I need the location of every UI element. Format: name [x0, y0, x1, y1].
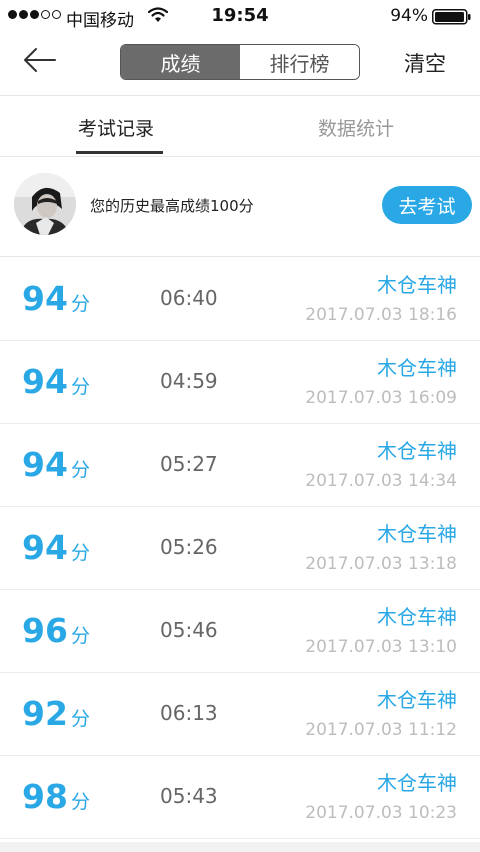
take-exam-button[interactable]: 去考试	[382, 186, 472, 224]
best-score-text: 您的历史最高成绩100分	[90, 197, 254, 215]
record-date: 2017.07.03 13:10	[305, 637, 457, 657]
back-button[interactable]	[22, 46, 62, 76]
record-row[interactable]: 94 分 05:27 木仓车神 2017.07.03 14:34	[0, 424, 480, 507]
record-date: 2017.07.03 10:23	[305, 803, 457, 823]
score: 98 分	[22, 777, 90, 816]
score: 94 分	[22, 528, 90, 567]
status-bar: 中国移动 19:54 94%	[0, 0, 480, 32]
tab-exam-records[interactable]: 考试记录	[78, 114, 154, 141]
exam-duration: 06:40	[160, 286, 218, 310]
player-name: 木仓车神	[377, 688, 457, 712]
record-date: 2017.07.03 18:16	[305, 305, 457, 325]
score-value: 94	[22, 445, 68, 484]
exam-duration: 05:26	[160, 535, 218, 559]
score: 94 分	[22, 362, 90, 401]
score: 96 分	[22, 611, 90, 650]
score: 94 分	[22, 279, 90, 318]
bottom-strip	[0, 842, 480, 852]
avatar[interactable]	[14, 173, 76, 235]
exam-duration: 05:27	[160, 452, 218, 476]
nav-bar: 成绩 排行榜 清空	[0, 32, 480, 96]
player-name: 木仓车神	[377, 605, 457, 629]
record-date: 2017.07.03 14:34	[305, 471, 457, 491]
record-row[interactable]: 96 分 05:46 木仓车神 2017.07.03 13:10	[0, 590, 480, 673]
exam-duration: 05:43	[160, 784, 218, 808]
player-name: 木仓车神	[377, 771, 457, 795]
record-row[interactable]: 92 分 06:13 木仓车神 2017.07.03 11:12	[0, 673, 480, 756]
score-unit: 分	[70, 625, 90, 647]
score-value: 96	[22, 611, 68, 650]
score-unit: 分	[70, 542, 90, 564]
player-name: 木仓车神	[377, 439, 457, 463]
player-name: 木仓车神	[377, 356, 457, 380]
score-unit: 分	[70, 293, 90, 315]
score-value: 94	[22, 279, 68, 318]
score-unit: 分	[70, 376, 90, 398]
exam-duration: 04:59	[160, 369, 218, 393]
player-name: 木仓车神	[377, 273, 457, 297]
score-value: 98	[22, 777, 68, 816]
score-unit: 分	[70, 708, 90, 730]
score-value: 94	[22, 362, 68, 401]
profile-row: 您的历史最高成绩100分 去考试	[0, 157, 480, 257]
score-unit: 分	[70, 791, 90, 813]
record-date: 2017.07.03 11:12	[305, 720, 457, 740]
record-row[interactable]: 94 分 05:26 木仓车神 2017.07.03 13:18	[0, 507, 480, 590]
score-value: 92	[22, 694, 68, 733]
score: 92 分	[22, 694, 90, 733]
clear-button[interactable]: 清空	[404, 48, 446, 78]
record-date: 2017.07.03 16:09	[305, 388, 457, 408]
segment-leaderboard[interactable]: 排行榜	[240, 45, 359, 79]
battery-icon	[432, 9, 472, 29]
tab-bar: 考试记录 数据统计	[0, 96, 480, 157]
segmented-control: 成绩 排行榜	[120, 44, 360, 80]
exam-duration: 05:46	[160, 618, 218, 642]
score-value: 94	[22, 528, 68, 567]
arrow-left-icon	[24, 48, 56, 72]
exam-duration: 06:13	[160, 701, 218, 725]
exam-record-list: 94 分 06:40 木仓车神 2017.07.03 18:16 94 分 04:5…	[0, 258, 480, 839]
score-unit: 分	[70, 459, 90, 481]
record-date: 2017.07.03 13:18	[305, 554, 457, 574]
tab-data-stats[interactable]: 数据统计	[318, 114, 394, 141]
segment-scores[interactable]: 成绩	[121, 45, 240, 79]
score: 94 分	[22, 445, 90, 484]
record-row[interactable]: 94 分 06:40 木仓车神 2017.07.03 18:16	[0, 258, 480, 341]
record-row[interactable]: 98 分 05:43 木仓车神 2017.07.03 10:23	[0, 756, 480, 839]
battery-percent: 94%	[390, 6, 428, 26]
player-name: 木仓车神	[377, 522, 457, 546]
active-tab-indicator	[76, 151, 163, 154]
record-row[interactable]: 94 分 04:59 木仓车神 2017.07.03 16:09	[0, 341, 480, 424]
